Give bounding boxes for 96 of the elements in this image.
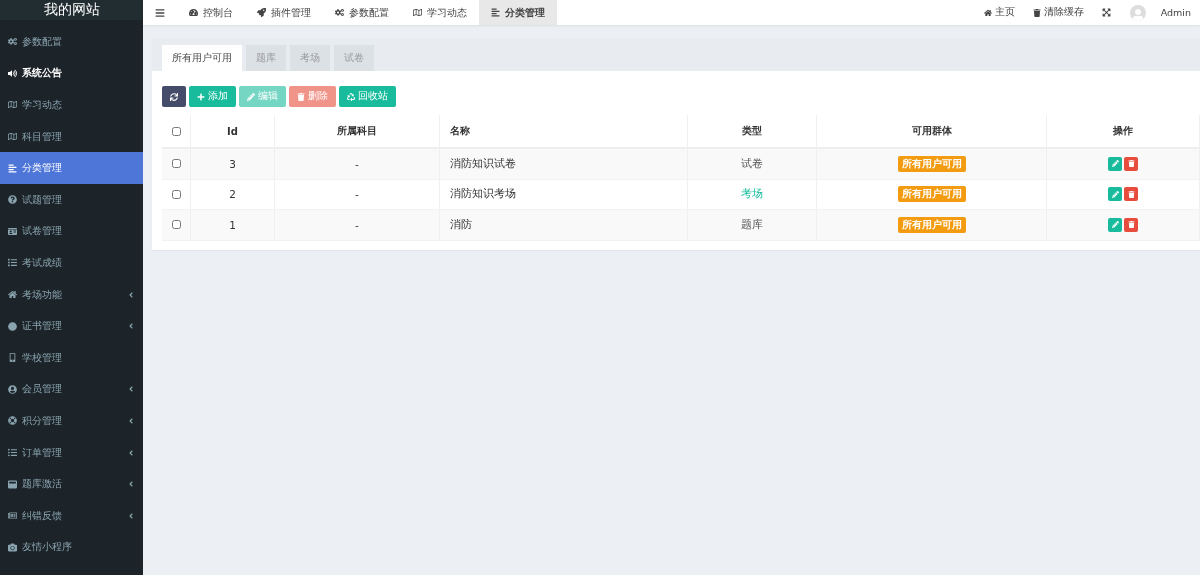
type-label: 题库	[741, 217, 763, 232]
fullscreen-icon[interactable]	[1101, 8, 1111, 17]
menu-item-icon	[8, 479, 17, 489]
nav-tab[interactable]: 分类管理	[479, 0, 557, 25]
menu-item-icon	[8, 321, 17, 331]
sidebar-item[interactable]: 考场功能	[0, 278, 143, 311]
table-cell: 消防知识试卷	[440, 149, 688, 180]
delete-button[interactable]	[1124, 187, 1138, 202]
menu-item-icon	[8, 258, 17, 268]
header-link[interactable]: 主页	[974, 6, 1024, 19]
trash-icon	[297, 92, 305, 101]
edit-button[interactable]	[1108, 187, 1122, 202]
group-badge: 所有用户可用	[897, 155, 966, 172]
column-header: 所属科目	[275, 115, 440, 149]
map-icon	[413, 8, 422, 17]
plus-icon	[197, 92, 205, 101]
table-cell: 消防	[440, 210, 688, 241]
sidebar-item[interactable]: 订单管理	[0, 436, 143, 469]
pencil-icon	[1111, 190, 1119, 198]
group-badge: 所有用户可用	[897, 186, 966, 203]
filter-tab[interactable]: 所有用户可用	[162, 45, 242, 71]
recycle-icon	[347, 92, 355, 101]
table-cell: -	[275, 149, 440, 180]
table-cell: 2	[191, 179, 275, 210]
home-icon	[983, 8, 992, 17]
sidebar-item[interactable]: 会员管理	[0, 373, 143, 406]
column-header: Id	[191, 115, 275, 149]
nav-tab[interactable]: 控制台	[177, 0, 245, 25]
trash-icon	[1127, 160, 1135, 168]
sidebar-item[interactable]: 学习动态	[0, 89, 143, 121]
pencil-icon	[1111, 160, 1119, 168]
table-cell: -	[275, 179, 440, 210]
menu-item-icon	[8, 542, 17, 552]
list-icon	[491, 8, 500, 17]
sidebar-item[interactable]: 系统公告	[0, 57, 143, 90]
table-cell: 1	[191, 210, 275, 241]
menu-item-icon	[8, 163, 17, 173]
column-header: 名称	[440, 115, 688, 149]
nav-tab[interactable]: 学习动态	[401, 0, 479, 25]
menu-item-icon	[8, 132, 17, 142]
menu-item-icon	[8, 416, 17, 426]
sidebar-item[interactable]: 纠错反馈	[0, 499, 143, 532]
group-badge: 所有用户可用	[897, 216, 966, 233]
rocket-icon	[257, 8, 266, 17]
trash-icon	[1032, 8, 1041, 17]
menu-item-icon	[8, 290, 17, 300]
menu-item-icon	[8, 100, 17, 110]
row-checkbox[interactable]	[171, 189, 181, 199]
refresh-button[interactable]	[162, 86, 186, 107]
menu-item-icon	[8, 511, 17, 521]
nav-tab[interactable]: 参数配置	[323, 0, 401, 25]
user-name[interactable]: Admin	[1151, 7, 1200, 18]
dashboard-icon	[189, 8, 198, 17]
menu-item-icon	[8, 448, 17, 457]
header-link[interactable]: 清除缓存	[1023, 6, 1093, 19]
menu-item-icon	[8, 37, 17, 47]
sidebar-item[interactable]: 友情小程序	[0, 531, 143, 564]
column-header: 操作	[1047, 115, 1200, 149]
menu-item-icon	[8, 353, 17, 363]
sidebar-item[interactable]: 学校管理	[0, 341, 143, 374]
sidebar-item[interactable]: 参数配置	[0, 26, 143, 58]
column-header: 类型	[688, 115, 817, 149]
edit-button[interactable]	[1108, 217, 1122, 232]
site-title: 我的网站	[0, 0, 143, 20]
table-cell: 3	[191, 149, 275, 180]
sidebar-item[interactable]: 试卷管理	[0, 215, 143, 248]
type-label: 考场	[741, 187, 763, 202]
sidebar-item[interactable]: 试题管理	[0, 183, 143, 216]
sidebar-item[interactable]: 证书管理	[0, 310, 143, 342]
menu-item-icon	[8, 68, 17, 78]
sidebar-item[interactable]: 积分管理	[0, 405, 143, 437]
delete-button[interactable]	[1124, 217, 1138, 232]
nav-tab[interactable]: 插件管理	[245, 0, 323, 25]
trash-icon	[1127, 221, 1135, 229]
edit-button[interactable]	[1108, 156, 1122, 171]
gears-icon	[335, 8, 344, 17]
column-header: 可用群体	[817, 115, 1047, 149]
pencil-icon	[247, 92, 255, 101]
row-checkbox[interactable]	[171, 159, 181, 169]
table-cell: -	[275, 210, 440, 241]
row-checkbox[interactable]	[171, 220, 181, 230]
type-label: 试卷	[741, 156, 763, 171]
sidebar-item[interactable]: 题库激活	[0, 468, 143, 500]
menu-item-icon	[8, 195, 17, 205]
refresh-icon	[170, 92, 178, 101]
trash-icon	[1127, 190, 1135, 198]
menu-item-icon	[8, 384, 17, 394]
sidebar-item[interactable]: 科目管理	[0, 120, 143, 153]
delete-button[interactable]	[1124, 156, 1138, 171]
select-all-checkbox[interactable]	[171, 126, 181, 136]
menu-icon[interactable]	[155, 7, 165, 18]
sidebar-item[interactable]: 考试成绩	[0, 247, 143, 279]
pencil-icon	[1111, 221, 1119, 229]
sidebar-item[interactable]: 分类管理	[0, 152, 143, 184]
menu-item-icon	[8, 226, 17, 236]
table-cell: 消防知识考场	[440, 179, 688, 210]
